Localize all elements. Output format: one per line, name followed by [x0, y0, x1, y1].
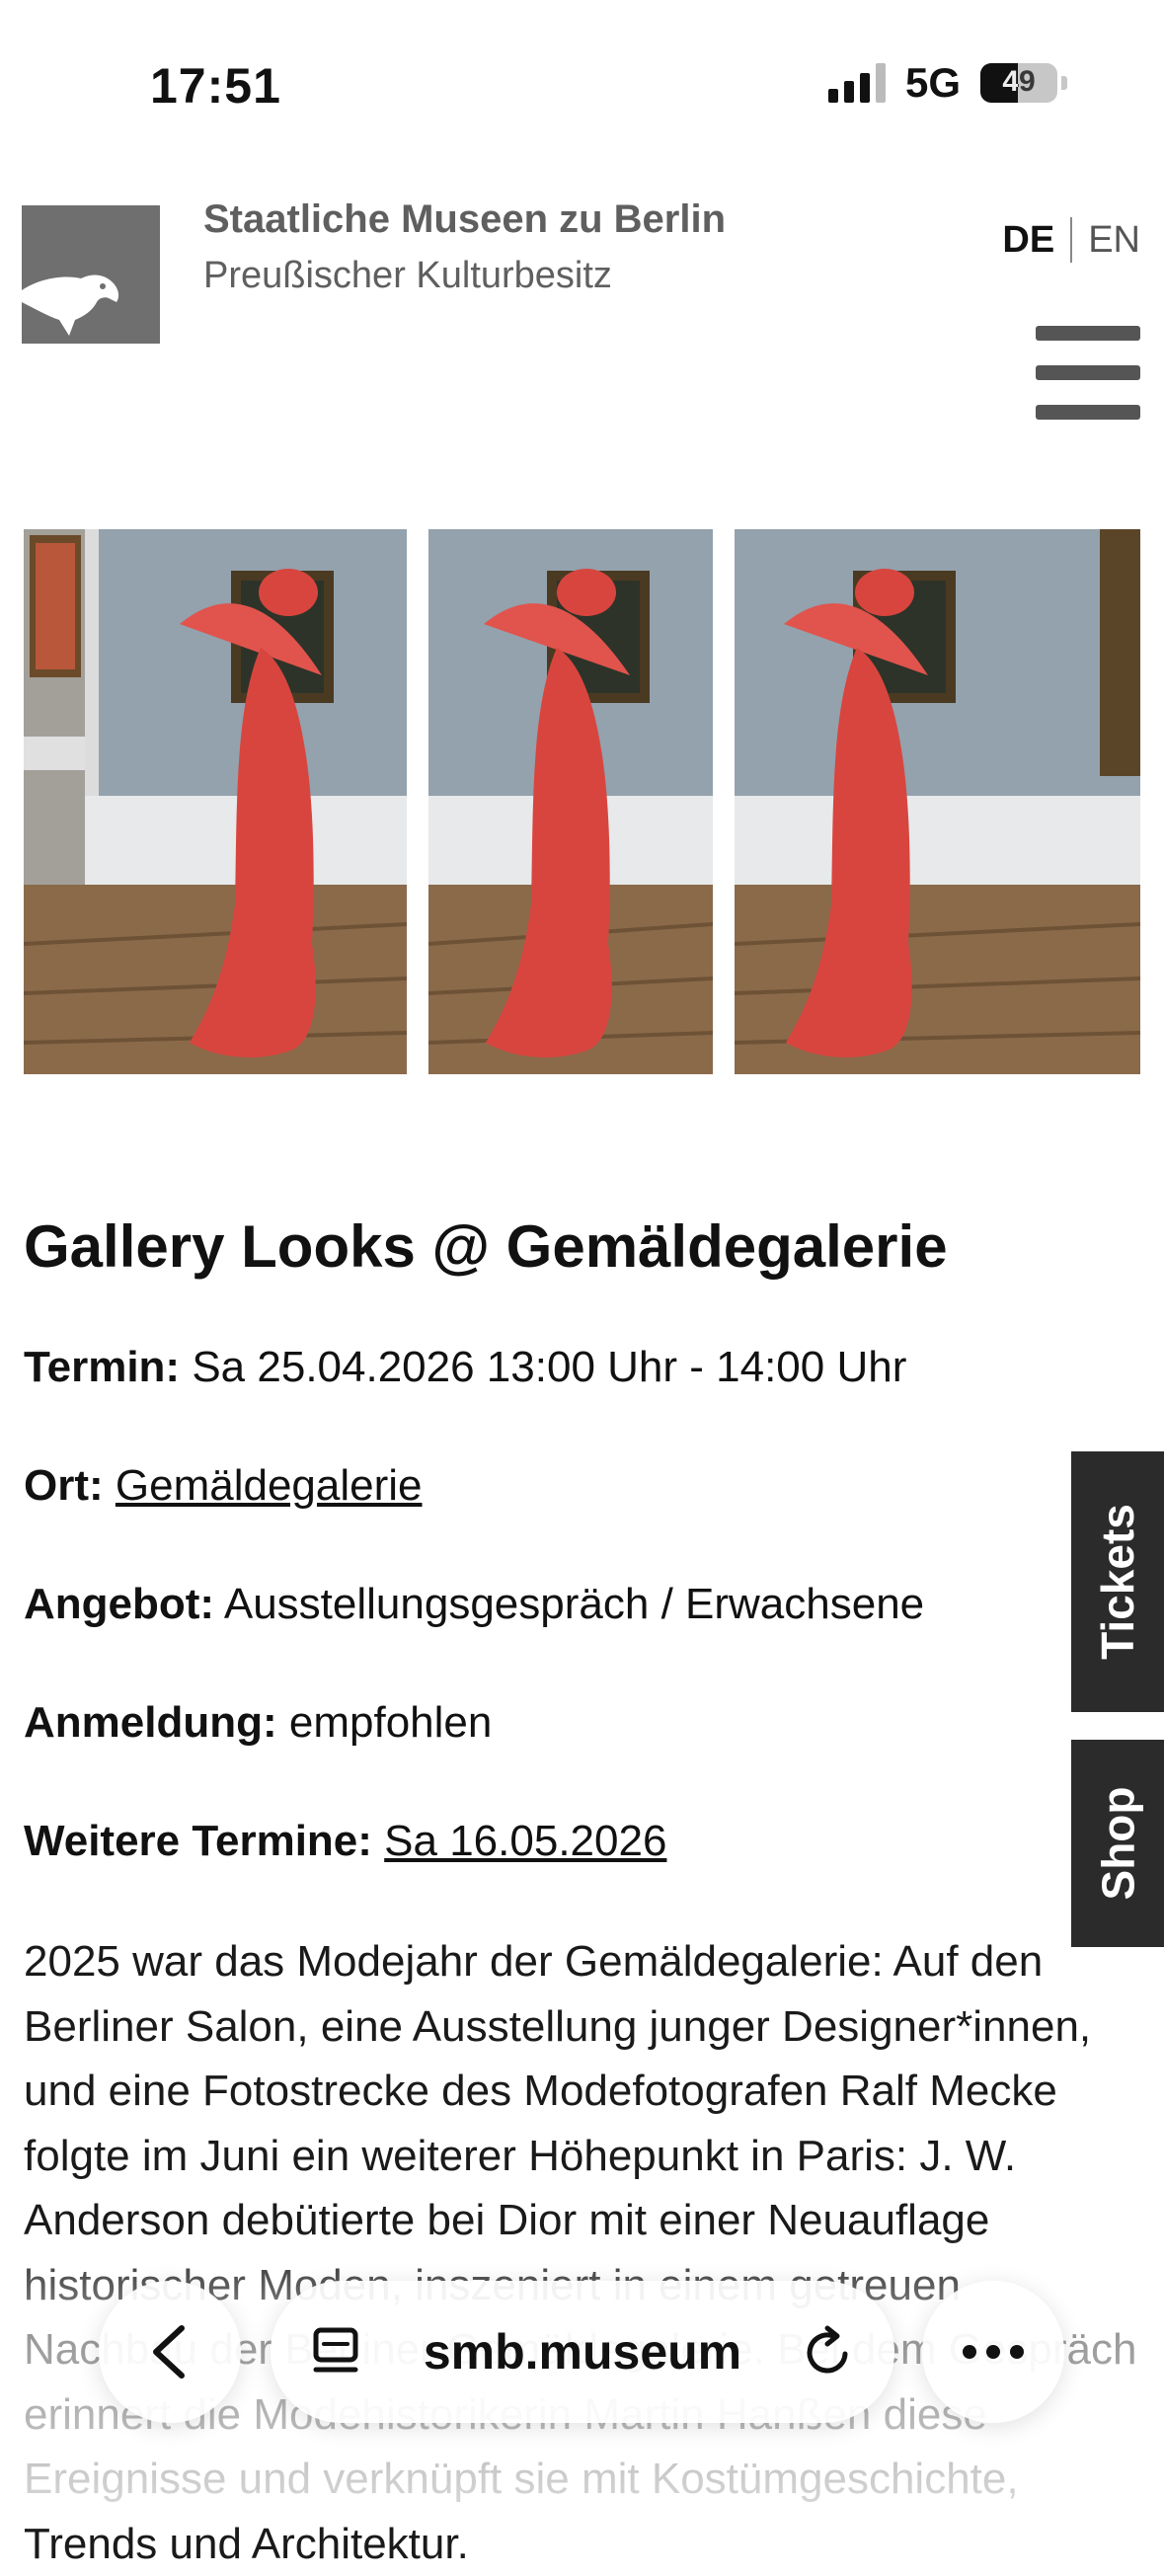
- smb-logo[interactable]: [22, 205, 160, 344]
- gallery-photo-1: [24, 529, 407, 1074]
- event-title: Gallery Looks @ Gemäldegalerie: [24, 1213, 948, 1280]
- more-dots-icon: [963, 2345, 1024, 2359]
- signal-icon: [827, 63, 886, 103]
- shop-tab-label: Shop: [1092, 1786, 1144, 1901]
- tickets-tab[interactable]: Tickets: [1071, 1451, 1164, 1712]
- weitere-termine-link[interactable]: Sa 16.05.2026: [384, 1817, 666, 1865]
- browser-back-button[interactable]: [99, 2281, 241, 2423]
- eagle-icon: [22, 274, 119, 336]
- termin-value: Sa 25.04.2026 13:00 Uhr - 14:00 Uhr: [192, 1343, 907, 1391]
- anmeldung-label: Anmeldung:: [24, 1698, 277, 1747]
- lang-en-link[interactable]: EN: [1088, 219, 1140, 262]
- shop-tab[interactable]: Shop: [1071, 1740, 1164, 1947]
- anmeldung-value: empfohlen: [288, 1698, 493, 1747]
- address-bar[interactable]: smb.museum: [271, 2281, 894, 2423]
- ort-link[interactable]: Gemäldegalerie: [116, 1461, 423, 1510]
- lang-divider: [1070, 217, 1073, 263]
- reload-icon[interactable]: [802, 2324, 855, 2380]
- weitere-termine-row: Weitere Termine: Sa 16.05.2026: [24, 1817, 666, 1866]
- gallery-photo-2: [428, 529, 713, 1074]
- org-name: Staatliche Museen zu Berlin: [203, 197, 727, 241]
- status-time: 17:51: [150, 58, 281, 114]
- tickets-tab-label: Tickets: [1092, 1504, 1144, 1660]
- battery-icon: 49: [980, 63, 1057, 103]
- url-text: smb.museum: [423, 2324, 742, 2380]
- chevron-left-icon: [153, 2325, 185, 2379]
- ort-label: Ort:: [24, 1461, 104, 1510]
- status-indicators: 5G 49: [827, 59, 1067, 107]
- angebot-value: Ausstellungsgespräch / Erwachsene: [223, 1580, 925, 1628]
- weitere-termine-label: Weitere Termine:: [24, 1817, 372, 1865]
- hamburger-menu-icon[interactable]: [1036, 326, 1140, 421]
- angebot-row: Angebot: Ausstellungsgespräch / Erwachse…: [24, 1580, 924, 1629]
- gallery-photo-3: [735, 529, 1140, 1074]
- browser-more-button[interactable]: [922, 2281, 1064, 2423]
- reader-mode-icon[interactable]: [310, 2324, 363, 2380]
- angebot-label: Angebot:: [24, 1580, 215, 1628]
- battery-tip: [1061, 76, 1067, 90]
- termin-label: Termin:: [24, 1343, 181, 1391]
- anmeldung-row: Anmeldung: empfohlen: [24, 1698, 492, 1748]
- network-type: 5G: [904, 59, 961, 106]
- termin-row: Termin: Sa 25.04.2026 13:00 Uhr - 14:00 …: [24, 1343, 906, 1392]
- org-subtitle: Preußischer Kulturbesitz: [203, 255, 612, 296]
- ort-row: Ort: Gemäldegalerie: [24, 1461, 423, 1511]
- lang-de-link[interactable]: DE: [1002, 219, 1054, 262]
- battery-level: 49: [1002, 65, 1036, 98]
- language-switch: DE EN: [1002, 217, 1140, 263]
